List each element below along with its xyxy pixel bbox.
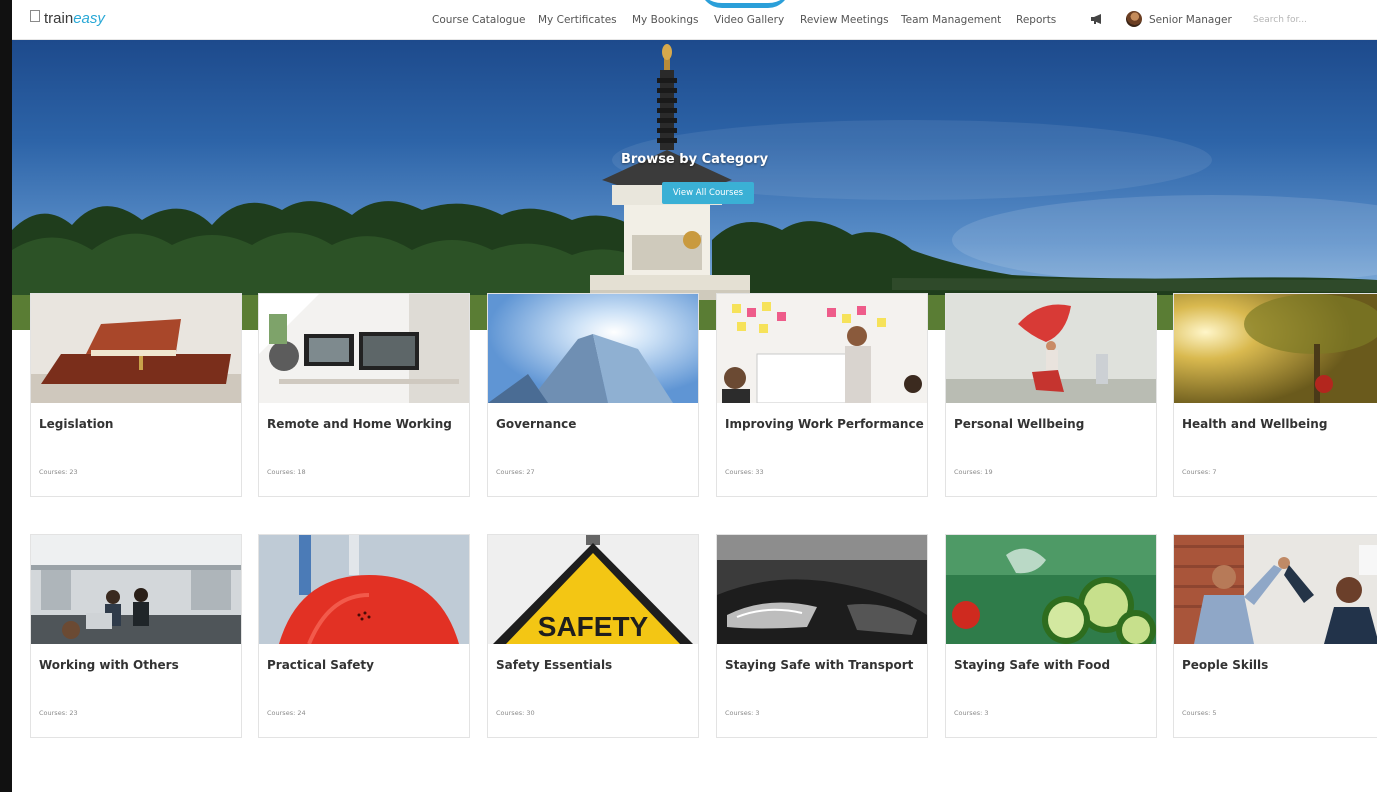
category-card-practical-safety[interactable]: Practical Safety Courses: 24 xyxy=(258,534,470,738)
search-input[interactable] xyxy=(1245,9,1365,31)
view-all-courses-button[interactable]: View All Courses xyxy=(662,182,754,204)
nav-review-meetings[interactable]: Review Meetings xyxy=(800,14,889,26)
nav-course-catalogue[interactable]: Course Catalogue xyxy=(432,14,525,26)
sunlit-trees-image xyxy=(1174,294,1377,403)
category-title: Working with Others xyxy=(39,658,179,672)
category-card-improving-work-performance[interactable]: Improving Work Performance Courses: 33 xyxy=(716,293,928,497)
safety-sign-text: SAFETY xyxy=(538,611,649,642)
safety-sign-image: SAFETY xyxy=(488,535,698,644)
course-count: Courses: 3 xyxy=(954,709,989,717)
home-office-image xyxy=(259,294,469,403)
window-left-edge xyxy=(0,0,12,792)
category-title: Improving Work Performance xyxy=(725,417,924,431)
category-card-personal-wellbeing[interactable]: Personal Wellbeing Courses: 19 xyxy=(945,293,1157,497)
hero-title: Browse by Category xyxy=(620,152,769,167)
course-count: Courses: 23 xyxy=(39,468,78,476)
course-count: Courses: 18 xyxy=(267,468,306,476)
nav-my-certificates[interactable]: My Certificates xyxy=(538,14,617,26)
category-title: Remote and Home Working xyxy=(267,417,452,431)
course-count: Courses: 23 xyxy=(39,709,78,717)
category-title: Governance xyxy=(496,417,577,431)
category-title: Staying Safe with Food xyxy=(954,658,1111,672)
legislation-book-image xyxy=(31,294,241,403)
hero-banner: Browse by Category View All Courses xyxy=(12,40,1377,330)
skyscraper-image xyxy=(488,294,698,403)
megaphone-icon[interactable] xyxy=(1090,13,1104,25)
cucumber-splash-image xyxy=(946,535,1156,644)
top-navigation-bar: traineasy Course Catalogue My Certificat… xyxy=(12,0,1377,40)
logo-icon xyxy=(30,10,40,22)
woman-scarf-image xyxy=(946,294,1156,403)
category-card-remote-and-home-working[interactable]: Remote and Home Working Courses: 18 xyxy=(258,293,470,497)
high-five-image xyxy=(1174,535,1377,644)
category-card-staying-safe-with-transport[interactable]: Staying Safe with Transport Courses: 3 xyxy=(716,534,928,738)
category-card-governance[interactable]: Governance Courses: 27 xyxy=(487,293,699,497)
sticky-notes-meeting-image xyxy=(717,294,927,403)
category-card-legislation[interactable]: Legislation Courses: 23 xyxy=(30,293,242,497)
office-team-image xyxy=(31,535,241,644)
user-avatar[interactable] xyxy=(1126,11,1142,27)
user-name-menu[interactable]: Senior Manager xyxy=(1149,14,1232,26)
category-title: Personal Wellbeing xyxy=(954,417,1085,431)
course-count: Courses: 5 xyxy=(1182,709,1217,717)
course-count: Courses: 3 xyxy=(725,709,760,717)
course-count: Courses: 33 xyxy=(725,468,764,476)
category-title: Safety Essentials xyxy=(496,658,613,672)
nav-my-bookings[interactable]: My Bookings xyxy=(632,14,698,26)
course-count: Courses: 27 xyxy=(496,468,535,476)
category-title: Staying Safe with Transport xyxy=(725,658,914,672)
category-card-staying-safe-with-food[interactable]: Staying Safe with Food Courses: 3 xyxy=(945,534,1157,738)
red-hard-hat-image xyxy=(259,535,469,644)
course-count: Courses: 19 xyxy=(954,468,993,476)
nav-video-gallery[interactable]: Video Gallery xyxy=(714,14,784,26)
nav-team-management[interactable]: Team Management xyxy=(901,14,1001,26)
logo-accent-text: easy xyxy=(73,10,105,27)
category-card-people-skills[interactable]: People Skills Courses: 5 xyxy=(1173,534,1377,738)
logo-text: train xyxy=(44,10,74,27)
category-card-health-and-wellbeing[interactable]: Health and Wellbeing Courses: 7 xyxy=(1173,293,1377,497)
category-title: Practical Safety xyxy=(267,658,374,672)
course-count: Courses: 30 xyxy=(496,709,535,717)
category-title: Legislation xyxy=(39,417,114,431)
category-title: Health and Wellbeing xyxy=(1182,417,1328,431)
car-headlight-image xyxy=(717,535,927,644)
category-title: People Skills xyxy=(1182,658,1269,672)
course-count: Courses: 7 xyxy=(1182,468,1217,476)
nav-reports[interactable]: Reports xyxy=(1016,14,1056,26)
course-count: Courses: 24 xyxy=(267,709,306,717)
category-card-working-with-others[interactable]: Working with Others Courses: 23 xyxy=(30,534,242,738)
category-card-safety-essentials[interactable]: SAFETY Safety Essentials Courses: 30 xyxy=(487,534,699,738)
